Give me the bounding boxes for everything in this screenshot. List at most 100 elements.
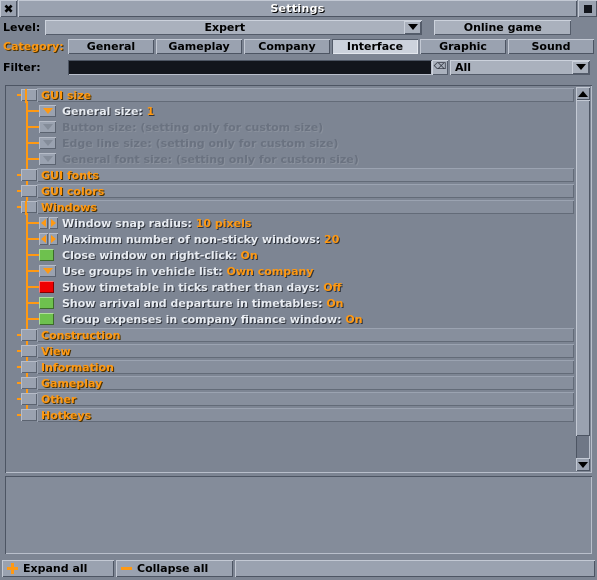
filter-row: Filter: ⌫ All: [0, 56, 597, 78]
setting-row-use-groups-in-vehicle-list[interactable]: Use groups in vehicle list: Own company: [7, 263, 574, 279]
setting-row-general-size[interactable]: General size: 1: [7, 103, 574, 119]
settings-section-windows[interactable]: Windows: [7, 199, 574, 215]
setting-checkbox-on[interactable]: [39, 297, 54, 309]
setting-dropdown-icon[interactable]: [39, 105, 56, 117]
setting-label: Show arrival and departure in timetables…: [62, 297, 344, 310]
tab-general[interactable]: General: [68, 39, 154, 54]
scrollbar-thumb[interactable]: [576, 100, 590, 436]
collapsed-node-icon[interactable]: [21, 377, 37, 389]
window-title: Settings: [18, 0, 577, 17]
tree-branch-line: [26, 222, 39, 224]
setting-row-maximum-number-of-non-sticky-windows[interactable]: Maximum number of non-sticky windows: 20: [7, 231, 574, 247]
tree-elbow-line: [25, 201, 27, 215]
stepper-increase-icon[interactable]: [49, 217, 58, 229]
collapse-all-button[interactable]: Collapse all: [116, 560, 233, 577]
level-label: Level:: [3, 20, 41, 34]
scroll-up-arrow-icon[interactable]: [576, 87, 590, 100]
setting-label: Show timetable in ticks rather than days…: [62, 281, 342, 294]
setting-value-text: On: [326, 296, 344, 310]
setting-row-edge-line-size: Edge line size: (setting only for custom…: [7, 135, 574, 151]
setting-value-text: (setting only for custom size): [155, 136, 339, 150]
level-dropdown[interactable]: Expert: [45, 19, 423, 35]
tab-gameplay[interactable]: Gameplay: [156, 39, 242, 54]
settings-list-scrollbar[interactable]: [576, 87, 590, 471]
tree-branch-line: [26, 110, 39, 112]
filter-type-dropdown[interactable]: All: [450, 59, 590, 75]
setting-row-show-timetable-in-ticks-rather-than-days[interactable]: Show timetable in ticks rather than days…: [7, 279, 574, 295]
collapse-all-label: Collapse all: [137, 562, 209, 575]
setting-value-text: (setting only for custom size): [175, 152, 359, 166]
setting-dropdown-icon: [39, 137, 56, 149]
setting-stepper[interactable]: [39, 217, 58, 229]
setting-checkbox-on[interactable]: [39, 249, 54, 261]
collapsed-node-icon[interactable]: [21, 393, 37, 405]
settings-section-information[interactable]: Information: [7, 359, 574, 375]
stepper-decrease-icon[interactable]: [39, 217, 48, 229]
settings-section-view[interactable]: View: [7, 343, 574, 359]
setting-value-text: 1: [146, 104, 155, 118]
collapsed-node-icon[interactable]: [21, 185, 37, 197]
chevron-down-icon[interactable]: [404, 20, 422, 34]
settings-section-other[interactable]: Other: [7, 391, 574, 407]
setting-stepper[interactable]: [39, 233, 58, 245]
setting-checkbox-off[interactable]: [39, 281, 54, 293]
setting-label: Window snap radius: 10 pixels: [62, 217, 251, 230]
plus-icon: [7, 563, 18, 574]
setting-dropdown-icon[interactable]: [39, 265, 56, 277]
collapsed-node-icon[interactable]: [21, 329, 37, 341]
clear-text-icon[interactable]: ⌫: [432, 59, 448, 75]
tab-company[interactable]: Company: [244, 39, 330, 54]
title-bar: ✖ Settings: [0, 0, 597, 17]
setting-row-show-arrival-and-departure-in-timetables[interactable]: Show arrival and departure in timetables…: [7, 295, 574, 311]
footer-bar: Expand all Collapse all: [0, 557, 597, 580]
expand-all-label: Expand all: [23, 562, 88, 575]
section-label: View: [41, 344, 71, 358]
filter-input[interactable]: [68, 59, 432, 75]
settings-section-gui-fonts[interactable]: GUI fonts: [7, 167, 574, 183]
section-label: Other: [41, 392, 77, 406]
tree-branch-line: [26, 318, 39, 320]
setting-row-group-expenses-in-company-finance-window[interactable]: Group expenses in company finance window…: [7, 311, 574, 327]
section-label: Hotkeys: [41, 408, 92, 422]
collapsed-node-icon[interactable]: [21, 345, 37, 357]
setting-checkbox-on[interactable]: [39, 313, 54, 325]
setting-row-window-snap-radius[interactable]: Window snap radius: 10 pixels: [7, 215, 574, 231]
close-icon[interactable]: ✖: [0, 0, 17, 17]
setting-row-close-window-on-right-click[interactable]: Close window on right-click: On: [7, 247, 574, 263]
setting-label-text: Button size:: [62, 120, 141, 134]
setting-value-text: 10 pixels: [195, 216, 252, 230]
collapsed-node-icon[interactable]: [21, 361, 37, 373]
setting-value-text: Own company: [226, 264, 314, 278]
setting-label: General size: 1: [62, 105, 154, 118]
collapsed-node-icon[interactable]: [21, 409, 37, 421]
stepper-decrease-icon[interactable]: [39, 233, 48, 245]
settings-section-hotkeys[interactable]: Hotkeys: [7, 407, 574, 423]
setting-label-text: Window snap radius:: [62, 216, 196, 230]
setting-label: Maximum number of non-sticky windows: 20: [62, 233, 339, 246]
setting-label-text: Maximum number of non-sticky windows:: [62, 232, 325, 246]
tab-graphic[interactable]: Graphic: [420, 39, 506, 54]
sticky-box-icon[interactable]: [578, 0, 597, 17]
level-selected-value: Expert: [204, 20, 246, 34]
tab-sound[interactable]: Sound: [508, 39, 594, 54]
settings-section-gui-colors[interactable]: GUI colors: [7, 183, 574, 199]
section-label: GUI size: [41, 88, 92, 102]
stepper-increase-icon[interactable]: [49, 233, 58, 245]
online-game-button[interactable]: Online game: [434, 19, 572, 35]
settings-section-construction[interactable]: Construction: [7, 327, 574, 343]
section-label: Windows: [41, 200, 97, 214]
collapsed-node-icon[interactable]: [21, 169, 37, 181]
filter-type-value: All: [455, 60, 472, 74]
tab-interface[interactable]: Interface: [332, 39, 418, 54]
expanded-node-icon[interactable]: [21, 89, 37, 101]
tree-branch-line: [26, 286, 39, 288]
expanded-node-icon[interactable]: [21, 201, 37, 213]
chevron-down-icon[interactable]: [572, 60, 589, 74]
setting-row-button-size: Button size: (setting only for custom si…: [7, 119, 574, 135]
scroll-down-arrow-icon[interactable]: [576, 458, 590, 471]
expand-all-button[interactable]: Expand all: [2, 560, 114, 577]
settings-section-gameplay[interactable]: Gameplay: [7, 375, 574, 391]
tree-branch-line: [26, 158, 39, 160]
settings-section-gui-size[interactable]: GUI size: [7, 87, 574, 103]
section-label: Gameplay: [41, 376, 103, 390]
